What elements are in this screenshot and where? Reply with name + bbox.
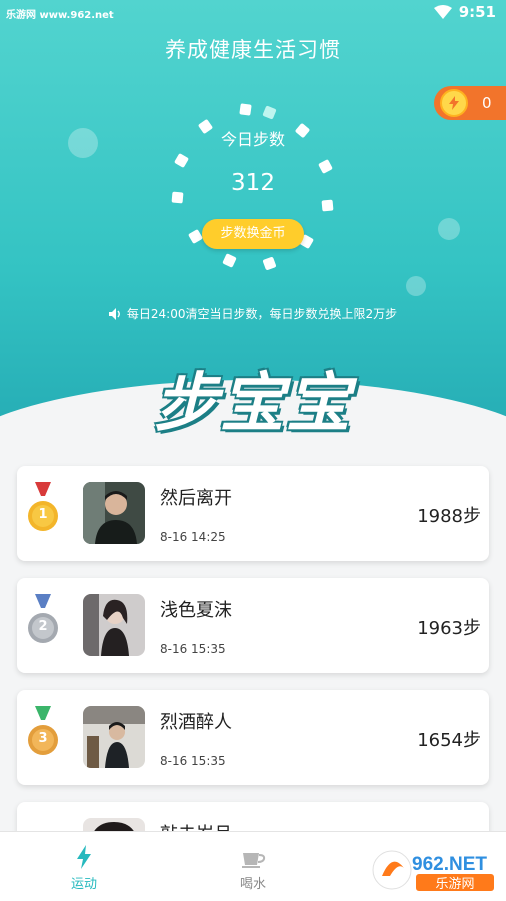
exchange-steps-button[interactable]: 步数换金币 — [202, 219, 304, 249]
avatar[interactable] — [83, 594, 145, 656]
ring-dash — [262, 256, 277, 271]
record-time: 8-16 14:25 — [160, 530, 226, 544]
silver-medal-icon: 2 — [27, 594, 59, 648]
wifi-icon — [434, 4, 452, 23]
status-time: 9:51 — [458, 3, 496, 21]
ring-dash — [173, 152, 190, 169]
reset-notice-text: 每日24:00清空当日步数，每日步数兑换上限2万步 — [126, 307, 398, 321]
ring-dash — [187, 228, 204, 245]
watermark-name: 乐游网 — [435, 877, 474, 892]
page-title: 养成健康生活习惯 — [165, 38, 341, 62]
avatar[interactable] — [83, 706, 145, 768]
rank-number: 1 — [38, 507, 48, 522]
coin-balance-button[interactable]: 0 — [434, 86, 506, 120]
watermark-domain: 962.NET — [412, 854, 487, 875]
site-watermark: 962.NET 乐游网 — [372, 846, 500, 894]
tab-drink-water[interactable]: 喝水 — [193, 832, 313, 901]
rank-number: 3 — [38, 731, 48, 746]
ring-dash — [239, 103, 252, 116]
bubble-decoration — [438, 218, 460, 240]
brand-logo: 步宝宝 — [154, 367, 352, 441]
user-name: 烈酒醉人 — [160, 712, 232, 733]
user-steps: 1963步 — [417, 618, 481, 639]
ranking-card[interactable]: 3 烈酒醉人 8-16 15:35 1654步 — [17, 690, 489, 785]
tab-exercise[interactable]: 运动 — [24, 832, 144, 901]
ranking-card[interactable]: 2 浅色夏沫 8-16 15:35 1963步 — [17, 578, 489, 673]
reset-notice: 每日24:00清空当日步数，每日步数兑换上限2万步 — [0, 305, 506, 322]
ring-dash-progress — [262, 105, 277, 120]
speaker-icon — [108, 307, 120, 320]
coin-icon — [440, 89, 468, 117]
record-time: 8-16 15:35 — [160, 754, 226, 768]
tab-label: 运动 — [70, 877, 97, 892]
user-name: 然后离开 — [160, 488, 232, 509]
ring-dash — [321, 199, 334, 212]
lightning-icon — [71, 844, 97, 870]
coin-count: 0 — [482, 94, 492, 112]
status-bar: 乐游网 www.962.net 9:51 — [0, 0, 506, 26]
rank-number: 2 — [38, 619, 48, 634]
bronze-medal-icon: 3 — [27, 706, 59, 760]
bubble-decoration — [406, 276, 426, 296]
user-name: 浅色夏沫 — [160, 600, 232, 621]
user-steps: 1988步 — [417, 506, 481, 527]
today-steps-count: 312 — [231, 170, 275, 196]
avatar[interactable] — [83, 482, 145, 544]
ranking-card[interactable]: 1 然后离开 8-16 14:25 1988步 — [17, 466, 489, 561]
ring-dash — [222, 253, 237, 268]
gold-medal-icon: 1 — [27, 482, 59, 536]
today-steps-label: 今日步数 — [220, 130, 285, 149]
cup-icon — [240, 844, 266, 870]
record-time: 8-16 15:35 — [160, 642, 226, 656]
status-watermark: 乐游网 www.962.net — [6, 10, 114, 21]
tab-label: 喝水 — [239, 877, 266, 892]
user-steps: 1654步 — [417, 730, 481, 751]
